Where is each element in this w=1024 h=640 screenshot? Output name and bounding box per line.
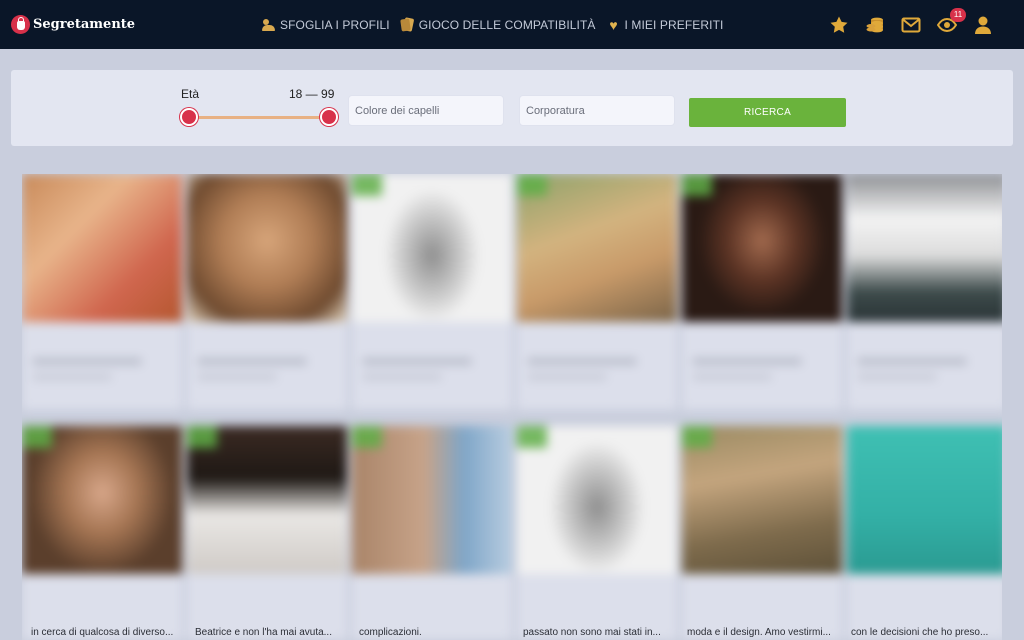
profile-photo [187,174,347,322]
age-slider-track[interactable] [189,116,329,119]
star-icon[interactable] [828,14,850,36]
profile-card[interactable] [517,426,677,640]
nav-item-compatibility-game[interactable]: GIOCO DELLE COMPATIBILITÀ [401,18,596,32]
user-icon[interactable] [972,14,994,36]
profile-card[interactable] [517,174,677,410]
age-label: Età [181,87,200,101]
profile-photo [847,174,1002,322]
profile-snippets: in cerca di qualcosa di diverso... Beatr… [22,626,1002,640]
age-min-handle[interactable] [180,108,198,126]
user-actions: 11 [814,0,994,49]
nav-item-label: GIOCO DELLE COMPATIBILITÀ [418,17,596,32]
age-range-value: 18 — 99 [289,87,335,101]
coins-icon[interactable] [864,14,886,36]
profile-snippet: complicazioni. [359,627,422,638]
cards-icon [401,18,415,32]
body-type-field[interactable] [519,95,675,126]
nav-item-browse-profiles[interactable]: SFOGLIA I PROFILI [262,18,390,32]
profile-card[interactable] [187,174,347,410]
hair-color-field[interactable] [348,95,504,126]
mail-icon[interactable] [900,14,922,36]
profile-photo [517,426,677,574]
profile-photo [352,426,512,574]
profile-photo [682,174,842,322]
profile-photo [517,174,677,322]
profile-snippet: passato non sono mai stati in... [523,627,661,638]
profile-snippet: moda e il design. Amo vestirmi... [687,627,831,638]
profile-card[interactable] [187,426,347,640]
profile-photo [352,174,512,322]
profile-grid [22,174,1002,640]
search-button[interactable]: RICERCA [689,98,846,127]
profile-card[interactable] [22,426,182,640]
lock-icon [11,15,30,34]
profile-photo [847,426,1002,574]
profile-card[interactable] [847,174,1002,410]
profile-photo [22,426,182,574]
profile-photo [22,174,182,322]
profile-card[interactable] [847,426,1002,640]
main-nav: SFOGLIA I PROFILI GIOCO DELLE COMPATIBIL… [262,0,734,49]
nav-item-label: SFOGLIA I PROFILI [280,17,390,32]
nav-item-label: I MIEI PREFERITI [624,17,724,32]
nav-item-favorites[interactable]: ♥ I MIEI PREFERITI [607,18,724,32]
profile-snippet: in cerca di qualcosa di diverso... [31,627,174,638]
heart-icon: ♥ [609,16,618,33]
profile-photo [187,426,347,574]
profile-card[interactable] [352,426,512,640]
top-navigation-bar: Segretamente SFOGLIA I PROFILI GIOCO DEL… [0,0,1024,49]
brand-name: Segretamente [33,17,136,32]
profile-card[interactable] [682,426,842,640]
brand-logo[interactable]: Segretamente [11,15,135,34]
notification-badge: 11 [950,7,966,22]
search-panel: Età 18 — 99 RICERCA [11,70,1013,146]
profile-photo [682,426,842,574]
profile-card[interactable] [22,174,182,410]
people-icon [262,18,276,32]
profile-snippet: con le decisioni che ho preso... [851,627,989,638]
profile-card[interactable] [352,174,512,410]
eye-icon[interactable]: 11 [936,7,966,36]
age-max-handle[interactable] [320,108,338,126]
profile-snippet: Beatrice e non l'ha mai avuta... [195,627,332,638]
profile-card[interactable] [682,174,842,410]
